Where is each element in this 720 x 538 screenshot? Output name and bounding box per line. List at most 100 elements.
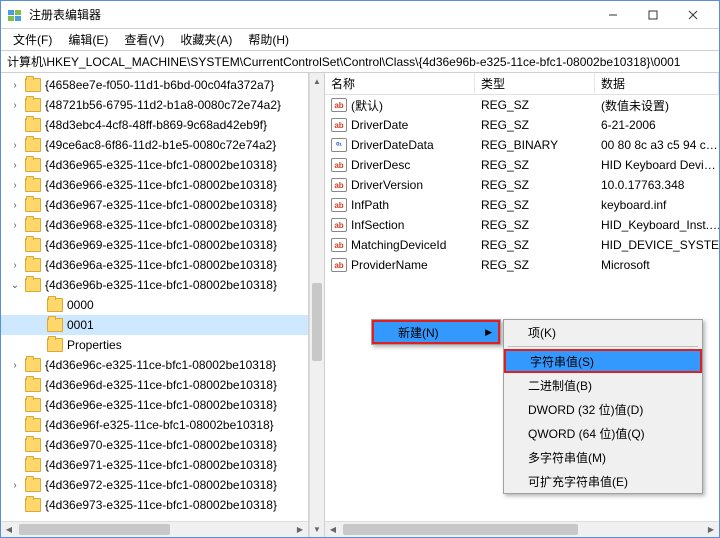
folder-icon xyxy=(25,498,41,512)
scroll-right-icon[interactable]: ▶ xyxy=(292,522,308,537)
tree-label: {4d36e967-e325-11ce-bfc1-08002be10318} xyxy=(45,198,277,212)
tree-label: {4d36e968-e325-11ce-bfc1-08002be10318} xyxy=(45,218,277,232)
expand-icon[interactable]: › xyxy=(9,140,21,151)
value-type: REG_SZ xyxy=(475,218,595,232)
tree-item[interactable]: ›{4d36e972-e325-11ce-bfc1-08002be10318} xyxy=(1,475,308,495)
tree-scroll-v[interactable]: ▲ ▼ xyxy=(309,73,325,537)
tree-label: 0001 xyxy=(67,318,94,332)
ctx-string[interactable]: 字符串值(S) xyxy=(504,349,702,373)
folder-icon xyxy=(25,358,41,372)
ctx-new[interactable]: 新建(N) ▶ xyxy=(372,320,500,344)
folder-icon xyxy=(47,318,63,332)
folder-icon xyxy=(25,158,41,172)
scroll-up-icon[interactable]: ▲ xyxy=(310,73,324,89)
tree-item[interactable]: ›{4658ee7e-f050-11d1-b6bd-00c04fa372a7} xyxy=(1,75,308,95)
list-row[interactable]: abDriverVersionREG_SZ10.0.17763.348 xyxy=(325,175,719,195)
ctx-binary[interactable]: 二进制值(B) xyxy=(504,373,702,397)
tree-item[interactable]: › {4d36e968-e325-11ce-bfc1-08002be10318} xyxy=(1,215,308,235)
value-type: REG_BINARY xyxy=(475,138,595,152)
expand-icon[interactable]: › xyxy=(9,480,21,491)
list-scroll-h[interactable]: ◀ ▶ xyxy=(325,521,719,537)
list-row[interactable]: abDriverDescREG_SZHID Keyboard Devi… xyxy=(325,155,719,175)
expand-icon[interactable]: › xyxy=(9,260,21,271)
close-button[interactable] xyxy=(673,2,713,28)
menu-favorites[interactable]: 收藏夹(A) xyxy=(172,29,240,50)
expand-icon[interactable]: › xyxy=(9,360,21,371)
tree-label: {4d36e96c-e325-11ce-bfc1-08002be10318} xyxy=(45,358,276,372)
scroll-left-icon[interactable]: ◀ xyxy=(1,522,17,537)
tree-item[interactable]: {4d36e970-e325-11ce-bfc1-08002be10318} xyxy=(1,435,308,455)
col-data[interactable]: 数据 xyxy=(595,73,719,94)
tree-item[interactable]: {4d36e971-e325-11ce-bfc1-08002be10318} xyxy=(1,455,308,475)
list-row[interactable]: ⁰¹DriverDateDataREG_BINARY00 80 8c a3 c5… xyxy=(325,135,719,155)
menu-edit[interactable]: 编辑(E) xyxy=(60,29,116,50)
tree-item[interactable]: › {4d36e96c-e325-11ce-bfc1-08002be10318} xyxy=(1,355,308,375)
value-data: 10.0.17763.348 xyxy=(595,178,719,192)
submenu-arrow-icon: ▶ xyxy=(485,327,492,338)
ctx-multi[interactable]: 多字符串值(M) xyxy=(504,445,702,469)
list-row[interactable]: ab(默认)REG_SZ(数值未设置) xyxy=(325,95,719,115)
tree-label: {4d36e971-e325-11ce-bfc1-08002be10318} xyxy=(45,458,277,472)
tree-item[interactable]: {4d36e96d-e325-11ce-bfc1-08002be10318} xyxy=(1,375,308,395)
menu-file[interactable]: 文件(F) xyxy=(5,29,60,50)
ctx-new-label: 新建(N) xyxy=(398,324,439,341)
value-string-icon: ab xyxy=(331,158,347,172)
tree-item[interactable]: ›{4d36e966-e325-11ce-bfc1-08002be10318} xyxy=(1,175,308,195)
tree-item[interactable]: {4d36e973-e325-11ce-bfc1-08002be10318} xyxy=(1,495,308,515)
ctx-dword[interactable]: DWORD (32 位)值(D) xyxy=(504,397,702,421)
window-title: 注册表编辑器 xyxy=(29,6,593,23)
value-string-icon: ab xyxy=(331,218,347,232)
ctx-expand[interactable]: 可扩充字符串值(E) xyxy=(504,469,702,493)
menu-bar: 文件(F) 编辑(E) 查看(V) 收藏夹(A) 帮助(H) xyxy=(1,29,719,51)
value-data: 00 80 8c a3 c5 94 c… xyxy=(595,138,719,152)
tree-scroll-h[interactable]: ◀ ▶ xyxy=(1,521,308,537)
scroll-right-icon[interactable]: ▶ xyxy=(703,522,719,537)
list-row[interactable]: abInfSectionREG_SZHID_Keyboard_Inst.… xyxy=(325,215,719,235)
tree-item[interactable]: Properties xyxy=(1,335,308,355)
value-name: MatchingDeviceId xyxy=(351,238,446,252)
folder-icon xyxy=(25,458,41,472)
list-row[interactable]: abProviderNameREG_SZMicrosoft xyxy=(325,255,719,275)
value-name: DriverDateData xyxy=(351,138,434,152)
tree-item[interactable]: ›{49ce6ac8-6f86-11d2-b1e5-0080c72e74a2} xyxy=(1,135,308,155)
tree-item[interactable]: {48d3ebc4-4cf8-48ff-b869-9c68ad42eb9f} xyxy=(1,115,308,135)
list-row[interactable]: abMatchingDeviceIdREG_SZHID_DEVICE_SYSTE… xyxy=(325,235,719,255)
tree-item[interactable]: › {4d36e96a-e325-11ce-bfc1-08002be10318} xyxy=(1,255,308,275)
col-name[interactable]: 名称 xyxy=(325,73,475,94)
tree-item[interactable]: 0001 xyxy=(1,315,308,335)
tree-item[interactable]: ›{4d36e965-e325-11ce-bfc1-08002be10318} xyxy=(1,155,308,175)
address-bar[interactable]: 计算机\HKEY_LOCAL_MACHINE\SYSTEM\CurrentCon… xyxy=(1,51,719,73)
expand-icon[interactable]: › xyxy=(9,100,21,111)
value-data: HID_Keyboard_Inst.… xyxy=(595,218,719,232)
value-string-icon: ab xyxy=(331,198,347,212)
tree-item[interactable]: ›{48721b56-6795-11d2-b1a8-0080c72e74a2} xyxy=(1,95,308,115)
tree-item[interactable]: {4d36e96f-e325-11ce-bfc1-08002be10318} xyxy=(1,415,308,435)
tree-item[interactable]: 0000 xyxy=(1,295,308,315)
scroll-left-icon[interactable]: ◀ xyxy=(325,522,341,537)
list-row[interactable]: abInfPathREG_SZkeyboard.inf xyxy=(325,195,719,215)
tree-item[interactable]: {4d36e969-e325-11ce-bfc1-08002be10318} xyxy=(1,235,308,255)
expand-icon[interactable]: › xyxy=(9,80,21,91)
tree-item[interactable]: › {4d36e967-e325-11ce-bfc1-08002be10318} xyxy=(1,195,308,215)
folder-icon xyxy=(25,138,41,152)
ctx-key[interactable]: 项(K) xyxy=(504,320,702,344)
ctx-qword[interactable]: QWORD (64 位)值(Q) xyxy=(504,421,702,445)
scroll-down-icon[interactable]: ▼ xyxy=(310,521,324,537)
col-type[interactable]: 类型 xyxy=(475,73,595,94)
expand-icon[interactable]: › xyxy=(9,220,21,231)
expand-icon[interactable]: ⌄ xyxy=(9,280,21,291)
list-row[interactable]: abDriverDateREG_SZ6-21-2006 xyxy=(325,115,719,135)
expand-icon[interactable]: › xyxy=(9,200,21,211)
list-header: 名称 类型 数据 xyxy=(325,73,719,95)
tree-item[interactable]: ⌄{4d36e96b-e325-11ce-bfc1-08002be10318} xyxy=(1,275,308,295)
expand-icon[interactable]: › xyxy=(9,160,21,171)
tree-item[interactable]: {4d36e96e-e325-11ce-bfc1-08002be10318} xyxy=(1,395,308,415)
expand-icon[interactable]: › xyxy=(9,180,21,191)
menu-view[interactable]: 查看(V) xyxy=(116,29,172,50)
value-type: REG_SZ xyxy=(475,238,595,252)
minimize-button[interactable] xyxy=(593,2,633,28)
maximize-button[interactable] xyxy=(633,2,673,28)
tree-label: {4d36e96a-e325-11ce-bfc1-08002be10318} xyxy=(45,258,277,272)
menu-help[interactable]: 帮助(H) xyxy=(240,29,297,50)
value-string-icon: ab xyxy=(331,258,347,272)
